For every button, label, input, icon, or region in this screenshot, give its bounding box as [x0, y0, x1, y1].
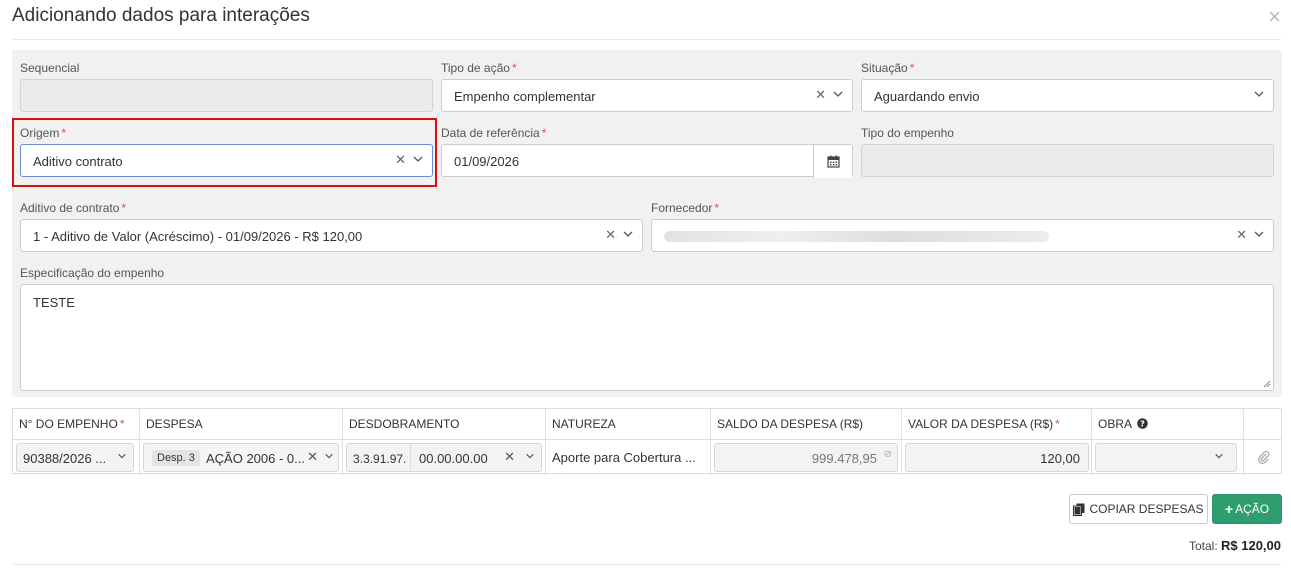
total-label: Total: [1188, 539, 1218, 553]
clear-icon[interactable]: ✕ [307, 449, 318, 465]
chevron-down-icon[interactable] [1253, 88, 1267, 102]
origem-value: Aditivo contrato [33, 154, 123, 169]
header-natureza: NATUREZA [546, 409, 711, 439]
sequencial-field [20, 79, 433, 112]
header-attachment [1244, 409, 1282, 439]
especificacao-textarea[interactable]: TESTE [20, 284, 1274, 391]
header-valor: VALOR DA DESPESA (R$) * [902, 409, 1092, 439]
header-despesa: DESPESA [140, 409, 343, 439]
fornecedor-label: Fornecedor * [651, 201, 720, 215]
obra-select[interactable] [1095, 443, 1237, 472]
chevron-down-icon[interactable] [832, 88, 846, 102]
fornecedor-redacted-value [664, 231, 1049, 242]
saldo-field: 999.478,95 ⊘ [714, 443, 898, 472]
header-saldo: SALDO DA DESPESA (R$) [711, 409, 902, 439]
add-acao-label: AÇÃO [1235, 502, 1270, 516]
svg-text:?: ? [1140, 420, 1145, 429]
header-divider [12, 39, 1281, 40]
footer-divider [12, 564, 1281, 565]
chevron-down-icon[interactable] [1253, 228, 1267, 242]
chevron-down-icon[interactable] [324, 451, 334, 461]
total-value: R$ 120,00 [1221, 538, 1281, 553]
clear-icon[interactable]: ✕ [605, 227, 616, 243]
header-n-empenho: N° DO EMPENHO * [13, 409, 140, 439]
tipo-acao-label: Tipo de ação * [441, 61, 517, 75]
aditivo-contrato-label: Aditivo de contrato * [20, 201, 127, 215]
chevron-down-icon[interactable] [117, 451, 127, 461]
calendar-icon[interactable] [813, 145, 852, 178]
despesa-badge: Desp. 3 [152, 450, 200, 466]
header-desdobramento: DESDOBRAMENTO [343, 409, 546, 439]
ban-icon: ⊘ [883, 449, 892, 460]
natureza-value: Aporte para Cobertura ... [552, 450, 696, 465]
data-referencia-value: 01/09/2026 [454, 154, 520, 169]
tipo-acao-select[interactable]: Empenho complementar ✕ [441, 79, 853, 112]
paperclip-icon[interactable] [1257, 450, 1270, 464]
valor-input[interactable]: 120,00 [905, 443, 1089, 472]
sequencial-label: Sequencial [20, 61, 80, 75]
table-row: 90388/2026 ... Desp. 3 AÇÃO 2006 - 0... … [13, 439, 1281, 475]
copy-icon [1073, 503, 1085, 516]
especificacao-label: Especificação do empenho [20, 266, 165, 280]
resize-handle-icon[interactable] [1263, 380, 1271, 388]
aditivo-contrato-select[interactable]: 1 - Aditivo de Valor (Acréscimo) - 01/09… [20, 219, 643, 252]
origem-label: Origem * [20, 126, 67, 140]
clear-icon[interactable]: ✕ [815, 87, 826, 103]
desdobramento-select[interactable]: 3.3.91.97. 00.00.00.00 ✕ [346, 443, 542, 472]
add-acao-button[interactable]: + AÇÃO [1212, 494, 1282, 524]
clear-icon[interactable]: ✕ [395, 152, 406, 168]
fornecedor-select[interactable]: ✕ [651, 219, 1274, 252]
dialog-title: Adicionando dados para interações [12, 5, 310, 26]
close-icon[interactable]: × [1268, 4, 1281, 30]
clear-icon[interactable]: ✕ [504, 449, 515, 465]
total-summary: Total: R$ 120,00 [1189, 538, 1281, 553]
tipo-acao-value: Empenho complementar [454, 89, 596, 104]
tipo-empenho-label: Tipo do empenho [861, 126, 954, 140]
n-empenho-select[interactable]: 90388/2026 ... [16, 443, 134, 472]
help-icon[interactable]: ? [1136, 418, 1148, 429]
chevron-down-icon[interactable] [1214, 451, 1224, 461]
copiar-despesas-button[interactable]: COPIAR DESPESAS [1069, 494, 1208, 524]
aditivo-contrato-value: 1 - Aditivo de Valor (Acréscimo) - 01/09… [33, 229, 363, 244]
desdobramento-prefix: 3.3.91.97. [353, 452, 407, 466]
situacao-select[interactable]: Aguardando envio [861, 79, 1274, 112]
origem-select[interactable]: Aditivo contrato ✕ [20, 144, 433, 177]
despesa-select[interactable]: Desp. 3 AÇÃO 2006 - 0... ✕ [143, 443, 339, 472]
situacao-label: Situação * [861, 61, 915, 75]
especificacao-value: TESTE [33, 295, 75, 310]
despesas-table: N° DO EMPENHO * DESPESA DESDOBRAMENTO NAT… [12, 408, 1282, 475]
header-obra: OBRA ? [1092, 409, 1244, 439]
data-referencia-label: Data de referência * [441, 126, 547, 140]
chevron-down-icon[interactable] [525, 451, 535, 461]
chevron-down-icon[interactable] [622, 228, 636, 242]
situacao-value: Aguardando envio [874, 89, 980, 104]
chevron-down-icon[interactable] [412, 153, 426, 167]
copiar-despesas-label: COPIAR DESPESAS [1089, 502, 1204, 516]
clear-icon[interactable]: ✕ [1236, 227, 1247, 243]
data-referencia-input[interactable]: 01/09/2026 [441, 144, 853, 178]
plus-icon: + [1224, 501, 1234, 517]
tipo-empenho-field [861, 144, 1274, 177]
